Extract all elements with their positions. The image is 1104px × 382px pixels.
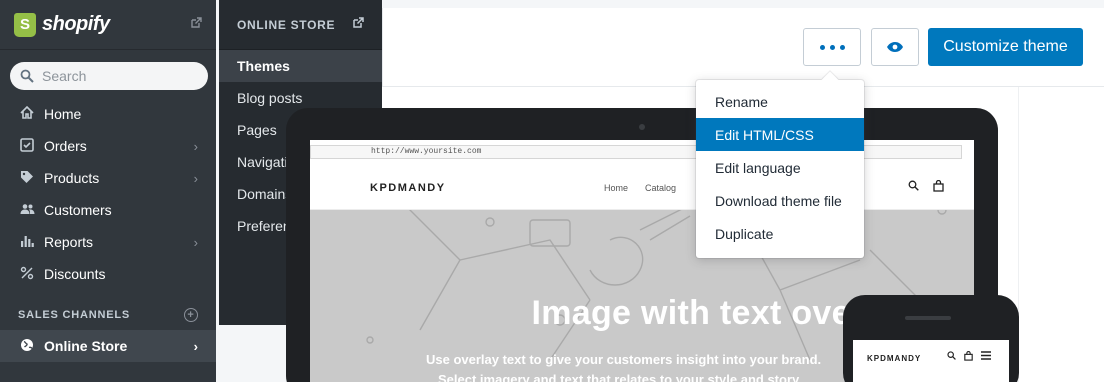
plus-circle-icon[interactable]: + — [184, 308, 198, 322]
menu-item-rename[interactable]: Rename — [696, 85, 864, 118]
nav-label: Orders — [44, 138, 87, 154]
nav-label: Customers — [44, 202, 112, 218]
home-icon — [18, 105, 36, 122]
menu-item-edit-language[interactable]: Edit language — [696, 151, 864, 184]
brand-header: S shopify — [0, 0, 216, 50]
menu-item-duplicate[interactable]: Duplicate — [696, 217, 864, 250]
nav-label: Products — [44, 170, 100, 186]
search-placeholder: Search — [42, 68, 87, 84]
store-link-home: Home — [604, 183, 629, 193]
tag-icon — [18, 170, 36, 187]
customers-icon — [18, 203, 36, 218]
customize-theme-button[interactable]: Customize theme — [928, 28, 1083, 66]
store-header-icons — [908, 180, 944, 192]
main-sidebar: S shopify Search Home Orders › Products … — [0, 0, 216, 382]
laptop-camera — [639, 124, 645, 130]
nav-label: Online Store — [44, 338, 128, 354]
discount-icon — [18, 266, 36, 283]
shopify-wordmark[interactable]: shopify — [42, 13, 110, 36]
eye-icon — [887, 42, 903, 52]
phone-store-logo: KPDMANDY — [867, 354, 922, 363]
shopping-bag-icon — [933, 180, 944, 192]
chevron-right-icon: › — [193, 234, 198, 250]
more-actions-button[interactable] — [803, 28, 861, 66]
nav-item-online-store[interactable]: Online Store › — [0, 330, 216, 362]
store-header: KPDMANDY Home Catalog — [310, 166, 974, 210]
search-icon — [947, 351, 956, 360]
nav-item-orders[interactable]: Orders › — [0, 130, 216, 162]
url-bar: http://www.yoursite.com — [310, 145, 962, 159]
nav-label: Home — [44, 106, 82, 122]
external-link-icon[interactable] — [352, 17, 364, 32]
phone-screen: KPDMANDY — [853, 340, 1009, 382]
menu-item-download-theme-file[interactable]: Download theme file — [696, 184, 864, 217]
chevron-right-icon: › — [193, 338, 198, 354]
menu-item-edit-html-css[interactable]: Edit HTML/CSS — [696, 118, 864, 151]
hamburger-menu-icon — [981, 351, 991, 360]
sales-channels-heading: SALES CHANNELS + — [0, 300, 216, 330]
app-root: S shopify Search Home Orders › Products … — [0, 0, 1104, 382]
nav-label: Discounts — [44, 266, 106, 282]
bar-chart-icon — [18, 234, 36, 251]
nav-item-customers[interactable]: Customers — [0, 194, 216, 226]
nav-item-products[interactable]: Products › — [0, 162, 216, 194]
preview-button[interactable] — [871, 28, 919, 66]
subnav-title: ONLINE STORE — [237, 17, 336, 32]
page-background — [382, 0, 1104, 8]
orders-icon — [18, 137, 36, 155]
search-icon — [908, 180, 919, 191]
shopping-bag-icon — [964, 351, 973, 361]
subnav-item-themes[interactable]: Themes — [219, 50, 382, 82]
nav-label: Reports — [44, 234, 94, 250]
globe-icon — [18, 338, 36, 355]
chevron-right-icon: › — [193, 138, 198, 154]
search-icon — [20, 69, 34, 83]
nav-item-home[interactable]: Home — [0, 98, 216, 130]
chevron-right-icon: › — [193, 170, 198, 186]
more-dots-icon — [819, 44, 845, 50]
store-link-catalog: Catalog — [645, 183, 677, 193]
nav-item-discounts[interactable]: Discounts — [0, 258, 216, 290]
sales-channels-label: SALES CHANNELS — [18, 309, 131, 321]
search-input[interactable]: Search — [10, 62, 208, 90]
external-link-icon[interactable] — [190, 17, 202, 32]
store-logo: KPDMANDY — [370, 182, 446, 194]
theme-actions-dropdown: Rename Edit HTML/CSS Edit language Downl… — [696, 71, 864, 258]
shopify-logo-icon[interactable]: S — [14, 12, 36, 37]
nav-item-reports[interactable]: Reports › — [0, 226, 216, 258]
phone-header-icons — [947, 351, 991, 361]
phone-speaker — [905, 316, 951, 320]
subnav-heading: ONLINE STORE — [219, 0, 382, 50]
